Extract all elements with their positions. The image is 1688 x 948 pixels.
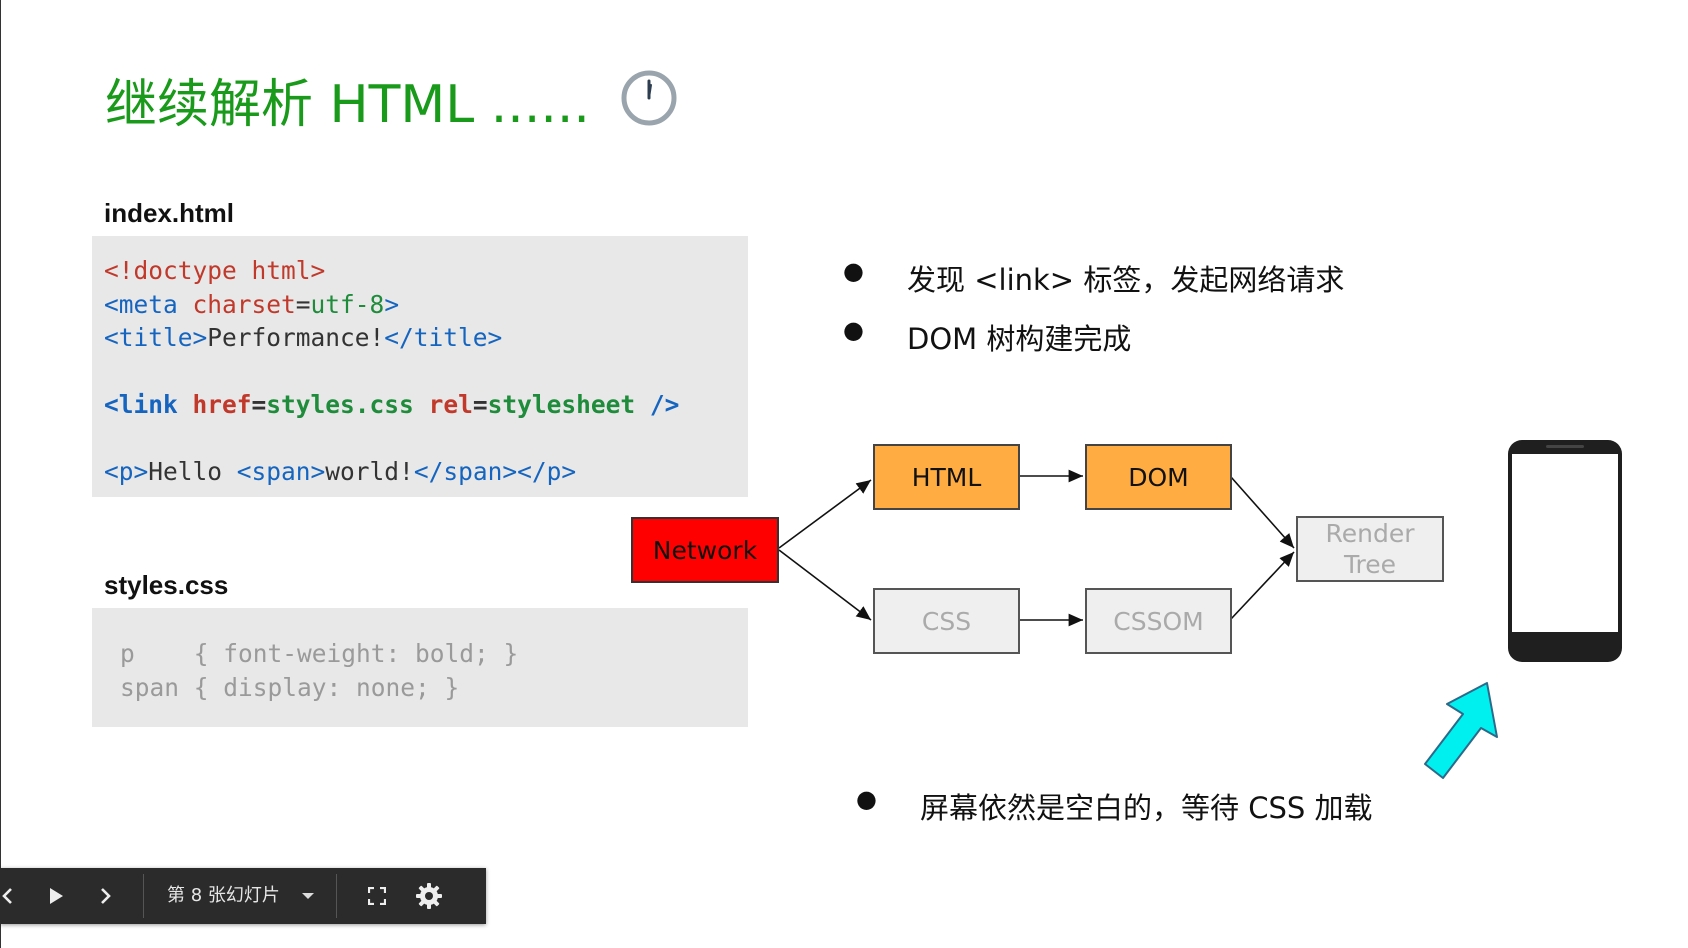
caret-down-icon [302, 893, 314, 899]
node-css: CSS [873, 588, 1020, 654]
node-cssom: CSSOM [1085, 588, 1232, 654]
slide-number-label[interactable]: 第 8 张幻灯片 [167, 868, 280, 924]
arrow-network-html [778, 479, 872, 549]
settings-button[interactable] [412, 868, 446, 924]
gear-icon [416, 883, 442, 909]
cyan-arrow-icon [1424, 682, 1498, 779]
arrow-cssom-render [1230, 551, 1295, 620]
arrow-dom-render [1230, 476, 1295, 549]
prev-slide-button[interactable] [0, 868, 14, 924]
arrow-network-css [778, 549, 872, 621]
chevron-left-icon [2, 888, 12, 904]
fullscreen-icon [368, 887, 386, 905]
node-html: HTML [873, 444, 1020, 510]
node-dom: DOM [1085, 444, 1232, 510]
play-icon [50, 888, 63, 904]
fullscreen-button[interactable] [362, 868, 392, 924]
diagram-arrows [778, 469, 1295, 627]
toolbar-divider [143, 874, 144, 918]
bullet-text: 屏幕依然是空白的，等待 CSS 加载 [920, 791, 1373, 825]
bullet-dot: ● [856, 785, 877, 813]
chevron-right-icon [101, 888, 111, 904]
presentation-toolbar: 第 8 张幻灯片 [0, 868, 486, 924]
toolbar-divider [336, 874, 337, 918]
slide-dropdown-button[interactable] [294, 868, 322, 924]
node-render-tree: Render Tree [1296, 516, 1444, 582]
slide: 继续解析 HTML ...... index.html <!doctype ht… [0, 0, 1688, 948]
node-network: Network [631, 517, 779, 583]
next-slide-button[interactable] [90, 868, 120, 924]
play-button[interactable] [40, 868, 72, 924]
phone-icon [1508, 440, 1622, 662]
